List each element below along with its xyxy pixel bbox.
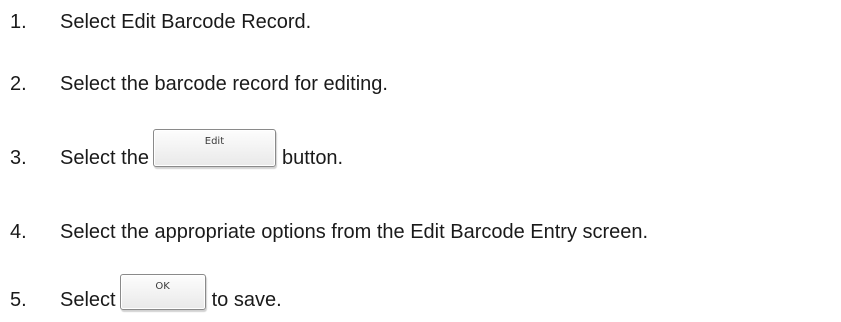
step-number: 4. (10, 220, 27, 243)
step-text-after: to save. (211, 288, 282, 311)
step-text: Select the appropriate options from the … (60, 220, 649, 243)
step-text: Select the barcode record for editing. (60, 72, 388, 95)
step-3: 3. Select the Edit button. (0, 129, 344, 178)
ok-button[interactable]: OK (119, 274, 206, 310)
step-text-before: Select (60, 288, 116, 311)
step-number: 5. (10, 288, 27, 311)
step-1: 1. Select Edit Barcode Record. (0, 2, 311, 42)
step-number: 1. (10, 10, 27, 33)
step-text-after: button. (281, 146, 344, 169)
step-5: 5. Select OK to save. (0, 274, 282, 320)
step-2: 2. Select the barcode record for editing… (0, 64, 388, 104)
step-number: 3. (10, 146, 27, 169)
step-4: 4. Select the appropriate options from t… (0, 212, 648, 252)
step-number: 2. (10, 72, 27, 95)
edit-button[interactable]: Edit (152, 129, 276, 167)
step-text-before: Select the (60, 146, 149, 169)
step-text: Select Edit Barcode Record. (60, 10, 312, 33)
